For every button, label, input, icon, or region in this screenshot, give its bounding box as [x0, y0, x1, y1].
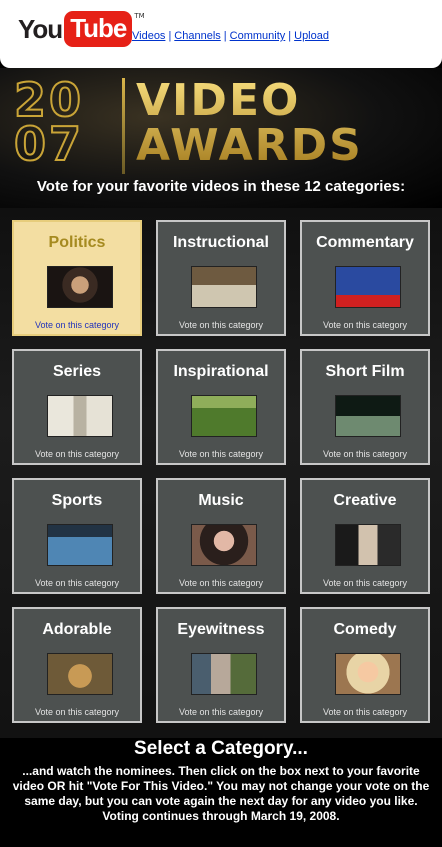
category-tile-comedy[interactable]: Comedy Vote on this category	[300, 607, 430, 723]
inspirational-thumbnail[interactable]	[191, 395, 257, 437]
category-tile-inspirational[interactable]: Inspirational Vote on this category	[156, 349, 286, 465]
select-category-heading: Select a Category...	[134, 738, 308, 759]
logo-tube-text: Tube	[64, 11, 133, 47]
banner-title: VIDEO AWARDS	[136, 78, 363, 168]
category-name: Instructional	[172, 234, 269, 251]
voting-instructions: ...and watch the nominees. Then click on…	[12, 764, 430, 823]
footer: Select a Category... ...and watch the no…	[0, 738, 442, 847]
category-name: Sports	[51, 492, 103, 509]
vote-on-category-link[interactable]: Vote on this category	[158, 449, 284, 459]
page: You Tube TM Videos | Channels | Communit…	[0, 0, 442, 847]
nav-link-community[interactable]: Community	[230, 30, 286, 42]
comedy-thumbnail[interactable]	[335, 653, 401, 695]
sports-thumbnail[interactable]	[47, 524, 113, 566]
vote-on-category-link[interactable]: Vote on this category	[14, 320, 140, 330]
vote-on-category-link[interactable]: Vote on this category	[158, 578, 284, 588]
instructional-thumbnail[interactable]	[191, 266, 257, 308]
category-tile-commentary[interactable]: Commentary Vote on this category	[300, 220, 430, 336]
title-video: VIDEO	[136, 75, 301, 126]
banner-year: 20 07	[13, 73, 85, 171]
category-tile-eyewitness[interactable]: Eyewitness Vote on this category	[156, 607, 286, 723]
banner-divider	[122, 78, 125, 174]
vote-on-category-link[interactable]: Vote on this category	[158, 707, 284, 717]
vote-on-category-link[interactable]: Vote on this category	[158, 320, 284, 330]
music-thumbnail[interactable]	[191, 524, 257, 566]
category-name: Eyewitness	[177, 621, 265, 638]
category-tile-series[interactable]: Series Vote on this category	[12, 349, 142, 465]
series-thumbnail[interactable]	[47, 395, 113, 437]
logo-you-text: You	[18, 13, 63, 44]
vote-on-category-link[interactable]: Vote on this category	[14, 578, 140, 588]
commentary-thumbnail[interactable]	[335, 266, 401, 308]
category-name: Commentary	[316, 234, 414, 251]
category-tile-sports[interactable]: Sports Vote on this category	[12, 478, 142, 594]
nav-link-videos[interactable]: Videos	[132, 30, 165, 42]
category-tile-adorable[interactable]: Adorable Vote on this category	[12, 607, 142, 723]
category-name: Short Film	[325, 363, 405, 380]
politics-thumbnail[interactable]	[47, 266, 113, 308]
top-nav: Videos | Channels | Community | Upload	[132, 30, 329, 42]
adorable-thumbnail[interactable]	[47, 653, 113, 695]
category-name: Politics	[48, 234, 106, 251]
nav-link-upload[interactable]: Upload	[294, 30, 329, 42]
category-name: Creative	[333, 492, 397, 509]
category-tile-creative[interactable]: Creative Vote on this category	[300, 478, 430, 594]
eyewitness-thumbnail[interactable]	[191, 653, 257, 695]
category-name: Comedy	[333, 621, 397, 638]
nav-separator: |	[168, 30, 172, 42]
category-name: Inspirational	[173, 363, 269, 380]
category-tile-music[interactable]: Music Vote on this category	[156, 478, 286, 594]
nav-separator: |	[223, 30, 227, 42]
category-tile-instructional[interactable]: Instructional Vote on this category	[156, 220, 286, 336]
category-tile-politics[interactable]: Politics Vote on this category	[12, 220, 142, 336]
vote-on-category-link[interactable]: Vote on this category	[14, 707, 140, 717]
vote-on-category-link[interactable]: Vote on this category	[14, 449, 140, 459]
year-top: 20	[13, 73, 85, 127]
header-bar: You Tube TM Videos | Channels | Communit…	[0, 0, 442, 68]
vote-on-category-link[interactable]: Vote on this category	[302, 320, 428, 330]
creative-thumbnail[interactable]	[335, 524, 401, 566]
category-name: Series	[52, 363, 102, 380]
vote-on-category-link[interactable]: Vote on this category	[302, 449, 428, 459]
nav-separator: |	[288, 30, 292, 42]
logo-trademark: TM	[134, 12, 145, 20]
title-awards: AWARDS	[136, 120, 363, 171]
category-tile-short-film[interactable]: Short Film Vote on this category	[300, 349, 430, 465]
short-film-thumbnail[interactable]	[335, 395, 401, 437]
vote-on-category-link[interactable]: Vote on this category	[302, 707, 428, 717]
category-name: Adorable	[42, 621, 112, 638]
category-name: Music	[198, 492, 244, 509]
banner-tagline: Vote for your favorite videos in these 1…	[36, 178, 406, 195]
awards-banner: 20 07 VIDEO AWARDS Vote for your favorit…	[0, 68, 442, 208]
year-bottom: 07	[13, 117, 85, 171]
category-grid: Politics Vote on this category Instruction…	[0, 208, 442, 738]
nav-link-channels[interactable]: Channels	[174, 30, 220, 42]
youtube-logo[interactable]: You Tube TM	[18, 10, 145, 48]
vote-on-category-link[interactable]: Vote on this category	[302, 578, 428, 588]
